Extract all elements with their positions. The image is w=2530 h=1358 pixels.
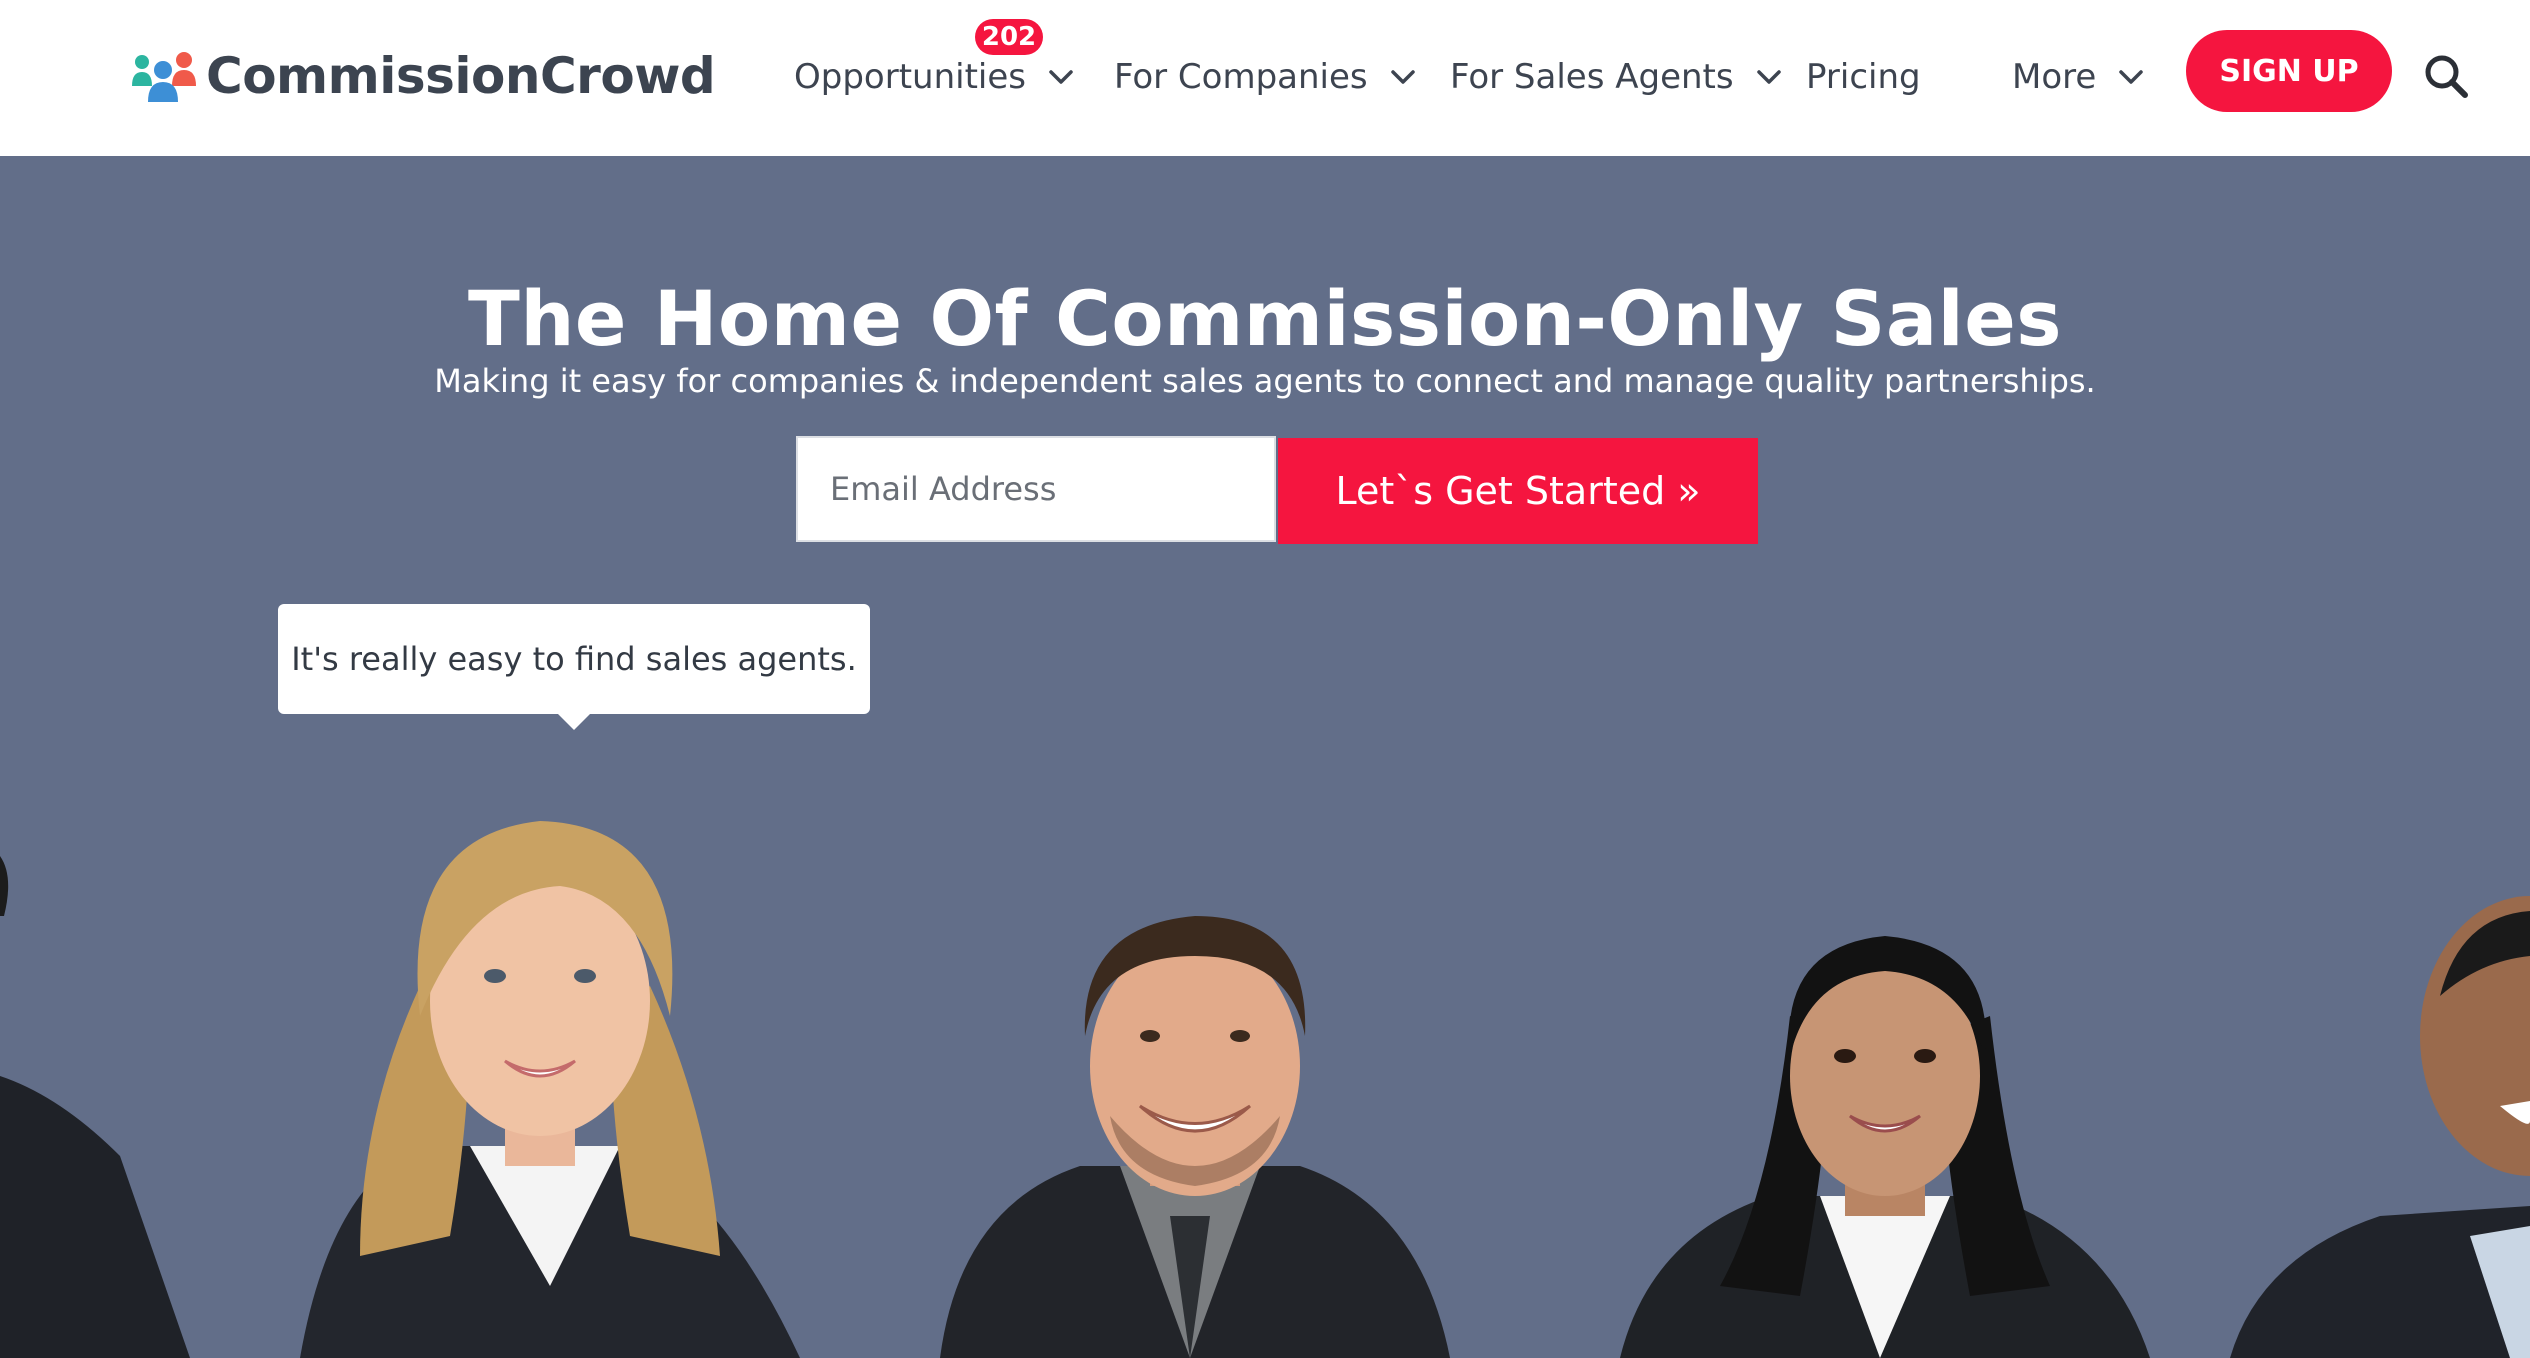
get-started-button[interactable]: Let`s Get Started » <box>1278 438 1758 544</box>
person-man-suit <box>940 916 1450 1358</box>
nav-opportunities[interactable]: Opportunities <box>794 52 1074 102</box>
person-woman-dark-hair <box>1620 936 2150 1358</box>
site-header: CommissionCrowd Opportunities 202 For Co… <box>0 0 2530 156</box>
tooltip-pointer <box>556 712 592 730</box>
person-far-left <box>0 856 190 1358</box>
nav-more-label: More <box>2012 57 2097 97</box>
nav-for-companies-label: For Companies <box>1114 57 1368 97</box>
search-icon[interactable] <box>2422 52 2470 100</box>
nav-for-sales-agents-label: For Sales Agents <box>1450 57 1734 97</box>
hero-tooltip: It's really easy to find sales agents. <box>278 604 870 714</box>
sign-up-button[interactable]: SIGN UP <box>2186 30 2392 112</box>
opportunities-count-badge: 202 <box>975 19 1043 55</box>
page: CommissionCrowd Opportunities 202 For Co… <box>0 0 2530 1358</box>
hero-title: The Home Of Commission-Only Sales <box>467 274 2063 363</box>
chevron-down-icon <box>1756 70 1781 84</box>
email-address-input[interactable] <box>796 436 1276 542</box>
chevron-down-icon <box>1049 70 1073 84</box>
hero-section: The Home Of Commission-Only Sales Making… <box>0 156 2530 1358</box>
site-logo[interactable]: CommissionCrowd <box>128 44 716 108</box>
nav-pricing-label: Pricing <box>1806 57 1921 97</box>
person-woman-blonde <box>300 821 800 1358</box>
hero-subtitle: Making it easy for companies & independe… <box>434 362 2096 400</box>
logo-people-icon <box>132 52 196 102</box>
logo-wordmark: CommissionCrowd <box>206 47 716 105</box>
chevron-down-icon <box>1390 70 1415 84</box>
nav-opportunities-label: Opportunities <box>794 57 1026 97</box>
person-far-right <box>2230 896 2530 1358</box>
chevron-down-icon <box>2119 70 2144 84</box>
nav-for-companies[interactable]: For Companies <box>1114 52 1416 102</box>
nav-more[interactable]: More <box>2012 52 2144 102</box>
nav-pricing[interactable]: Pricing <box>1806 52 1921 102</box>
nav-for-sales-agents[interactable]: For Sales Agents <box>1450 52 1782 102</box>
